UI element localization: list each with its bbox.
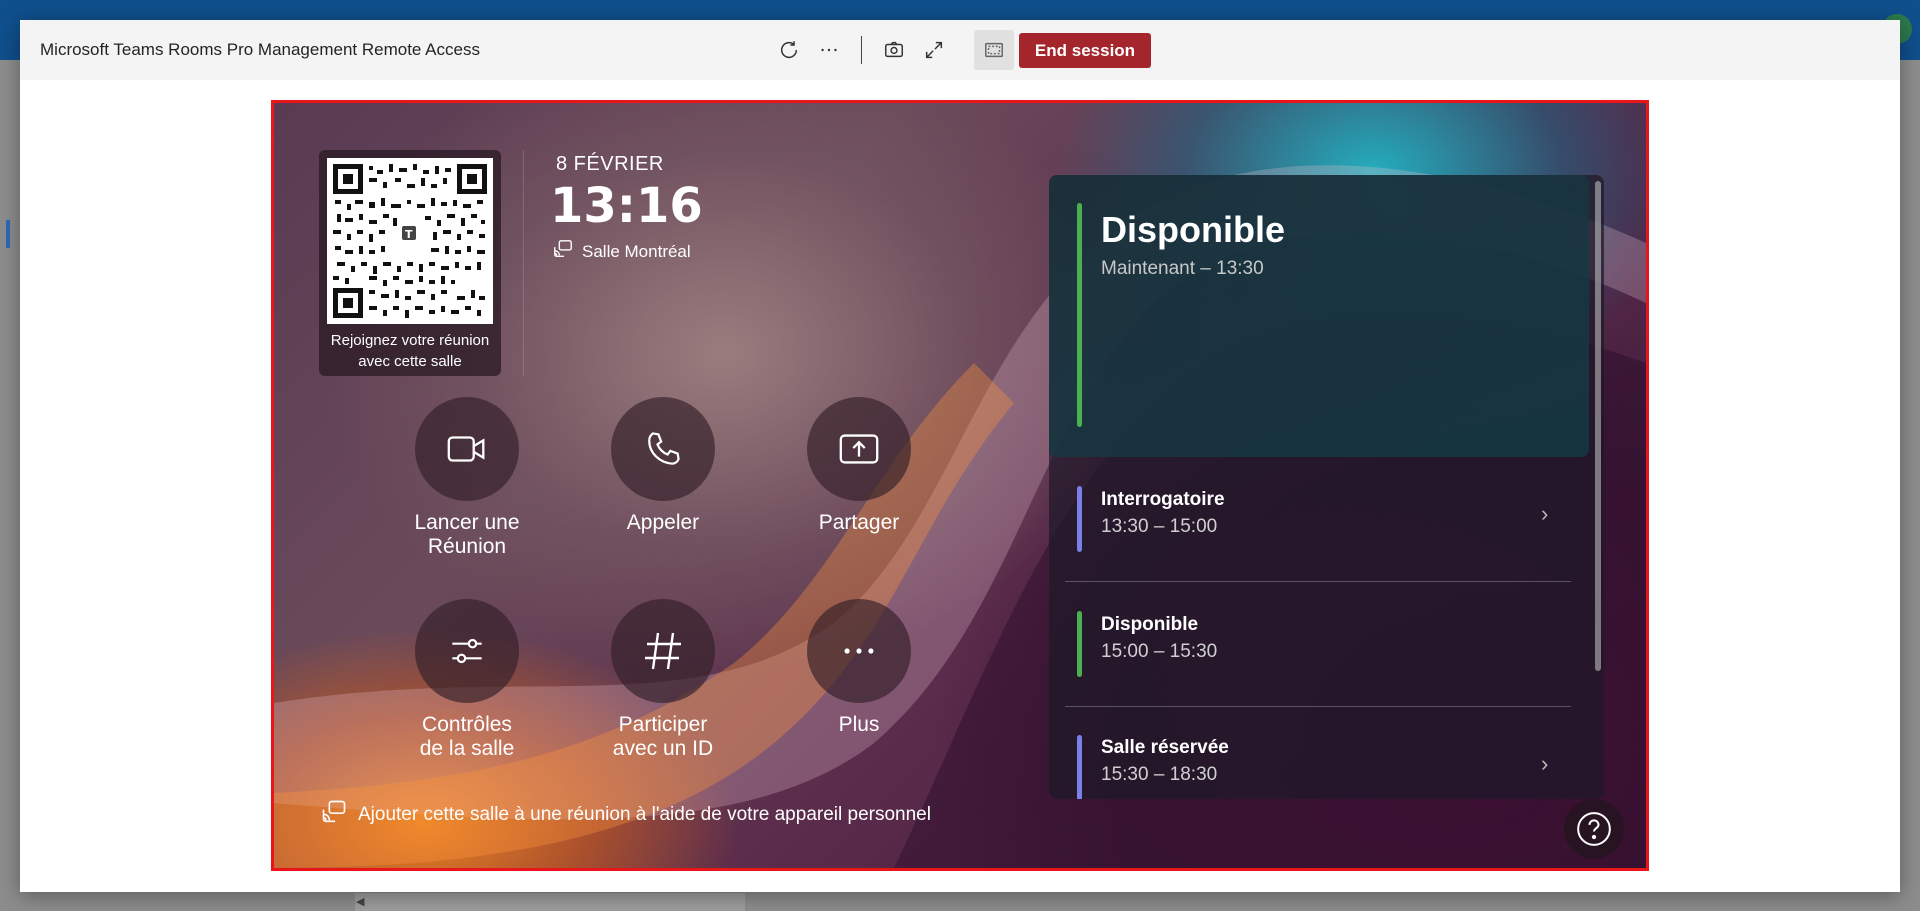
svg-text:T: T [405,228,413,241]
schedule-item-time: 15:30 – 18:30 [1101,764,1218,785]
dialog-title: Microsoft Teams Rooms Pro Management Rem… [40,40,480,59]
header-divider [861,36,862,64]
room-info: Salle Montréal [552,238,691,265]
help-button[interactable] [1564,799,1624,859]
schedule-scrollbar[interactable] [1595,181,1601,671]
device-screen[interactable]: T Rejoignez votre réunion avec cette sal… [271,100,1649,871]
phone-icon [611,397,715,501]
status-available-bar [1077,203,1082,427]
room-cast-icon [552,238,574,265]
qr-code: T [327,158,493,324]
meeting-color-bar [1077,486,1082,552]
more-button[interactable]: Plus [779,599,939,737]
refresh-icon[interactable] [777,38,801,62]
qr-caption: Rejoignez votre réunion avec cette salle [319,330,501,372]
current-status-card: Disponible Maintenant – 13:30 [1049,175,1589,457]
remote-access-dialog: Microsoft Teams Rooms Pro Management Rem… [20,20,1900,892]
help-icon [1577,812,1611,846]
schedule-item[interactable]: Salle réservée 15:30 – 18:30 › [1049,707,1589,799]
scroll-left-arrow-icon[interactable]: ◀ [356,895,364,908]
more-options-icon[interactable] [817,38,841,62]
hash-icon [611,599,715,703]
start-meeting-label: Lancer une Réunion [414,511,520,558]
chevron-right-icon: › [1541,501,1549,526]
schedule-item-time: 13:30 – 15:00 [1101,516,1218,537]
share-screen-icon [807,397,911,501]
proximity-join-note[interactable]: Ajouter cette salle à une réunion à l'ai… [320,798,931,832]
join-with-id-button[interactable]: Participer avec un ID [583,599,743,761]
qr-join-card[interactable]: T Rejoignez votre réunion avec cette sal… [319,150,501,376]
share-label: Partager [818,511,900,534]
expand-icon[interactable] [922,38,946,62]
more-label: Plus [838,713,880,736]
available-color-bar [1077,611,1082,677]
call-label: Appeler [626,511,700,534]
current-status-title: Disponible [1101,209,1286,250]
schedule-item[interactable]: Interrogatoire 13:30 – 15:00 › [1049,457,1589,581]
schedule-item-time: 15:00 – 15:30 [1101,641,1218,662]
end-session-button[interactable]: End session [1019,33,1151,68]
header-separator [523,150,524,376]
schedule-item[interactable]: Disponible 15:00 – 15:30 [1049,582,1589,706]
schedule-item-title: Disponible [1101,614,1199,635]
qr-code-image: T [333,164,487,318]
fit-screen-icon[interactable] [974,30,1014,70]
screenshot-icon[interactable] [882,38,906,62]
start-meeting-button[interactable]: Lancer une Réunion [387,397,547,559]
current-status-time: Maintenant – 13:30 [1101,258,1264,279]
date-label: 8 FÉVRIER [556,153,664,175]
clock: 13:16 [550,178,703,234]
video-camera-icon [415,397,519,501]
dialog-header: Microsoft Teams Rooms Pro Management Rem… [20,20,1900,80]
sliders-icon [415,599,519,703]
room-controls-label: Contrôles de la salle [419,713,515,760]
share-button[interactable]: Partager [779,397,939,535]
chevron-right-icon: › [1541,751,1549,776]
room-controls-button[interactable]: Contrôles de la salle [387,599,547,761]
schedule-panel[interactable]: Disponible Maintenant – 13:30 Interrogat… [1049,175,1604,799]
call-button[interactable]: Appeler [583,397,743,535]
qr-caption-line-2: avec cette salle [358,353,462,370]
schedule-item-title: Salle réservée [1101,737,1229,758]
background-nav-indicator [6,220,10,248]
schedule-item-title: Interrogatoire [1101,489,1225,510]
cast-device-icon [320,798,348,832]
more-dots-icon [807,599,911,703]
proximity-join-text: Ajouter cette salle à une réunion à l'ai… [358,804,931,825]
meeting-color-bar [1077,735,1082,799]
qr-caption-line-1: Rejoignez votre réunion [330,332,490,349]
join-with-id-label: Participer avec un ID [612,713,714,760]
room-name: Salle Montréal [582,241,691,261]
background-scrollbar[interactable] [355,893,745,911]
